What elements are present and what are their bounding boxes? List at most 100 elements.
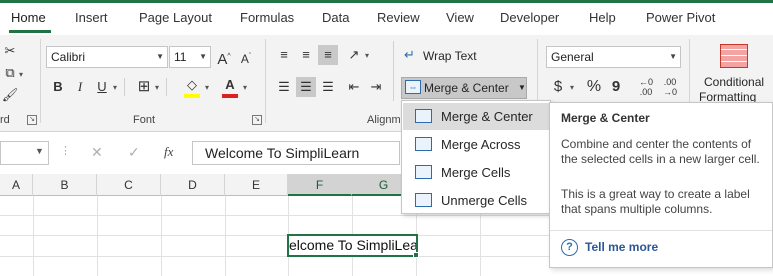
tab-home[interactable]: Home: [11, 10, 46, 25]
borders-icon[interactable]: ⊞: [134, 77, 154, 97]
wrap-text-button[interactable]: ↵ Wrap Text: [402, 46, 502, 66]
font-name-value: Calibri: [51, 50, 86, 64]
column-header-d[interactable]: D: [161, 174, 225, 196]
active-merged-cell[interactable]: elcome To SimpliLea: [287, 234, 418, 257]
menu-item-merge-cells[interactable]: Merge Cells: [403, 159, 550, 186]
tab-power-pivot[interactable]: Power Pivot: [646, 10, 715, 25]
alignment-group-label: Alignm: [367, 114, 401, 126]
orientation-dropdown-icon[interactable]: ▾: [365, 51, 369, 60]
chevron-down-icon: ▼: [156, 52, 164, 61]
number-format-select[interactable]: General ▼: [546, 46, 681, 68]
tab-data[interactable]: Data: [322, 10, 349, 25]
help-icon: ?: [561, 239, 578, 256]
up-caret-icon: ^: [227, 53, 231, 60]
merge-center-tooltip: Merge & Center Combine and center the co…: [549, 102, 773, 268]
tab-page-layout[interactable]: Page Layout: [139, 10, 212, 25]
alignment-divider: [393, 41, 394, 101]
merge-center-label: Merge & Center: [424, 81, 509, 95]
increase-font-size-button[interactable]: A^: [214, 47, 234, 68]
conditional-formatting-label[interactable]: Conditional: [704, 75, 764, 89]
decrease-font-size-button[interactable]: Aˇ: [236, 47, 256, 67]
chevron-down-icon[interactable]: ▼: [35, 146, 44, 156]
conditional-formatting-icon[interactable]: [720, 44, 748, 68]
copy-icon[interactable]: ⧉: [0, 63, 20, 83]
font-divider: [124, 78, 125, 96]
column-header-c[interactable]: C: [97, 174, 161, 196]
italic-button[interactable]: I: [70, 77, 90, 97]
cut-icon[interactable]: ✂: [0, 41, 20, 61]
menu-item-unmerge-cells[interactable]: Unmerge Cells: [403, 187, 550, 214]
menu-item-label: Merge Cells: [441, 165, 511, 180]
font-launcher-icon[interactable]: ↘: [252, 115, 262, 125]
comma-style-button[interactable]: 9: [606, 77, 626, 97]
grid-line: [33, 196, 34, 276]
ribbon-tabs: Home Insert Page Layout Formulas Data Re…: [0, 3, 773, 33]
font-group-label: Font: [133, 114, 156, 126]
column-header-b[interactable]: B: [33, 174, 97, 196]
tab-formulas[interactable]: Formulas: [240, 10, 294, 25]
font-color-dropdown-icon[interactable]: ▾: [243, 83, 247, 92]
tab-view[interactable]: View: [446, 10, 474, 25]
enter-icon[interactable]: ✓: [128, 144, 140, 161]
format-painter-icon[interactable]: 🖌: [0, 85, 20, 105]
accounting-format-button[interactable]: $: [548, 77, 568, 97]
font-name-select[interactable]: Calibri ▼: [46, 46, 168, 68]
accounting-dropdown-icon[interactable]: ▾: [570, 83, 574, 92]
chevron-down-icon: ▼: [669, 52, 677, 61]
menu-item-merge-center[interactable]: Merge & Center: [403, 103, 550, 130]
chevron-down-icon: ▼: [518, 83, 526, 92]
decrease-indent-icon[interactable]: ⇤: [344, 77, 364, 97]
merge-center-icon: [415, 109, 432, 123]
tab-insert[interactable]: Insert: [75, 10, 108, 25]
align-right-icon[interactable]: ☰: [318, 77, 338, 97]
increase-indent-icon[interactable]: ⇥: [366, 77, 386, 97]
tab-review[interactable]: Review: [377, 10, 420, 25]
font-size-select[interactable]: 11 ▼: [169, 46, 211, 68]
top-align-icon[interactable]: ≡: [274, 45, 294, 65]
menu-item-label: Unmerge Cells: [441, 193, 527, 208]
cancel-icon[interactable]: ✕: [91, 144, 103, 161]
tooltip-divider: [550, 230, 772, 231]
fill-handle[interactable]: [413, 252, 419, 258]
underline-dropdown-icon[interactable]: ▾: [113, 83, 117, 92]
tab-help[interactable]: Help: [589, 10, 616, 25]
tab-developer[interactable]: Developer: [500, 10, 559, 25]
fill-color-icon[interactable]: ◇: [182, 75, 202, 95]
bold-button[interactable]: B: [48, 77, 68, 97]
fill-color-bar: [184, 94, 200, 98]
column-header-e[interactable]: E: [225, 174, 288, 196]
wrap-text-icon: ↵: [404, 47, 415, 62]
font-divider: [166, 78, 167, 96]
percent-style-button[interactable]: %: [584, 77, 604, 97]
copy-dropdown-icon[interactable]: ▾: [19, 70, 23, 79]
underline-button[interactable]: U: [92, 77, 112, 97]
insert-function-button[interactable]: fx: [164, 144, 173, 160]
merge-center-icon: ⇔: [405, 80, 421, 94]
decrease-decimal-icon[interactable]: .00 →0: [660, 77, 680, 97]
chevron-down-icon: ▼: [199, 52, 207, 61]
clipboard-launcher-icon[interactable]: ↘: [27, 115, 37, 125]
tooltip-title: Merge & Center: [561, 111, 650, 125]
font-size-value: 11: [174, 50, 187, 64]
increase-decimal-icon[interactable]: ←0.00: [636, 77, 656, 97]
center-icon[interactable]: ☰: [296, 77, 316, 97]
column-header-f[interactable]: F: [288, 174, 352, 196]
active-tab-indicator: [9, 30, 51, 33]
menu-item-merge-across[interactable]: Merge Across: [403, 131, 550, 158]
font-color-bar: [222, 94, 238, 98]
grid-line: [225, 196, 226, 276]
down-caret-icon: ˇ: [248, 53, 252, 60]
column-header-a[interactable]: A: [0, 174, 33, 196]
formula-input[interactable]: Welcome To SimpliLearn: [192, 141, 400, 165]
orientation-icon[interactable]: ↗: [344, 45, 364, 65]
bottom-align-icon[interactable]: ≡: [318, 45, 338, 65]
merge-dropdown-menu: Merge & Center Merge Across Merge Cells …: [401, 100, 551, 214]
font-color-button[interactable]: A: [220, 75, 240, 95]
group-divider: [40, 39, 41, 123]
middle-align-icon[interactable]: ≡: [296, 45, 316, 65]
merge-center-button[interactable]: ⇔ Merge & Center ▼: [401, 77, 527, 99]
align-left-icon[interactable]: ☰: [274, 77, 294, 97]
fill-color-dropdown-icon[interactable]: ▾: [205, 83, 209, 92]
group-divider: [265, 39, 266, 123]
borders-dropdown-icon[interactable]: ▾: [155, 83, 159, 92]
